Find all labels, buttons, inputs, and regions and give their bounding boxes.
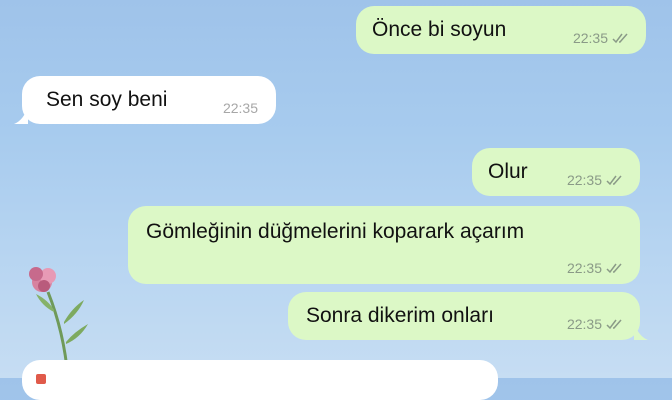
time-label: 22:35 [566, 260, 602, 276]
double-check-icon [612, 33, 628, 44]
message-time: 22:35 [567, 316, 624, 332]
double-check-icon [606, 175, 622, 186]
message-bubble-outgoing[interactable]: Gömleğinin düğmelerini koparark açarım 2… [128, 206, 640, 284]
time-label: 22:35 [566, 172, 602, 188]
reply-indicator-icon [36, 374, 46, 384]
message-text: Sonra dikerim onları [306, 304, 494, 327]
double-check-icon [606, 319, 622, 330]
message-text: Gömleğinin düğmelerini koparark açarım [146, 220, 525, 243]
bubble-tail [14, 106, 28, 124]
message-time: 22:35 [222, 100, 258, 116]
message-bubble-incoming-partial[interactable] [22, 360, 498, 400]
message-text: Sen soy beni [46, 88, 168, 111]
bubble-tail [634, 322, 648, 340]
chat-view: Önce bi soyun 22:35 Sen soy beni 22:35 O… [0, 0, 672, 400]
message-time: 22:35 [567, 260, 624, 276]
message-text: Önce bi soyun [372, 18, 507, 41]
time-label: 22:35 [566, 316, 602, 332]
double-check-icon [606, 263, 622, 274]
message-bubble-outgoing[interactable]: Önce bi soyun 22:35 [356, 6, 646, 54]
message-bubble-outgoing[interactable]: Olur 22:35 [472, 148, 640, 196]
message-text: Olur [488, 160, 528, 183]
message-time: 22:35 [567, 172, 624, 188]
time-label: 22:35 [572, 30, 608, 46]
message-bubble-outgoing[interactable]: Sonra dikerim onları 22:35 [288, 292, 648, 340]
message-bubble-incoming[interactable]: Sen soy beni 22:35 [14, 76, 276, 124]
message-time: 22:35 [573, 30, 630, 46]
